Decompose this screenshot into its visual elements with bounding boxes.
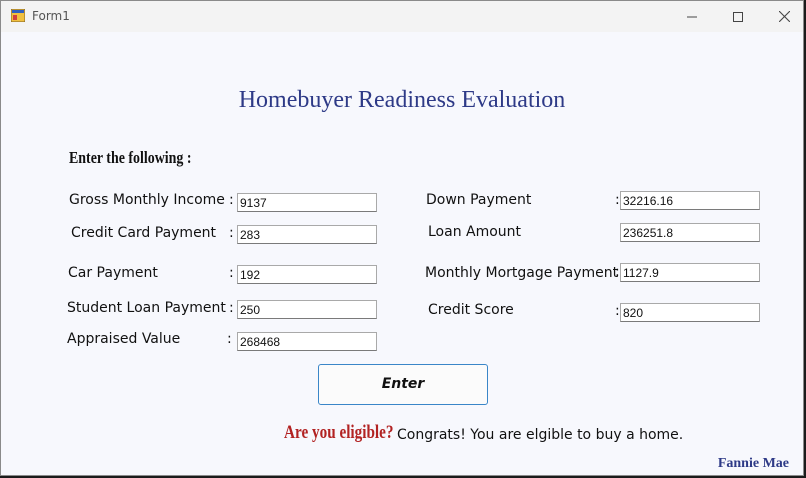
colon: : [615,192,620,208]
credit-score-label: Credit Score [428,302,514,318]
monthly-mortgage-payment-field[interactable]: 1127.9 [620,263,760,282]
credit-card-payment-field[interactable]: 283 [237,225,377,244]
app-icon [11,9,25,22]
eligibility-result: Congrats! You are elgible to buy a home. [397,427,684,443]
down-payment-label: Down Payment [426,192,532,208]
colon: : [229,300,234,316]
colon: : [229,192,234,208]
close-button[interactable] [761,1,803,32]
credit-score-field[interactable]: 820 [620,303,760,322]
colon: : [229,265,234,281]
title-bar: Form1 [1,1,803,32]
colon: : [615,303,620,319]
student-loan-payment-label: Student Loan Payment [67,300,226,316]
loan-amount-label: Loan Amount [428,224,522,240]
form-client-area: Homebuyer Readiness Evaluation Enter the… [1,32,803,475]
gross-monthly-income-label: Gross Monthly Income [69,192,225,208]
loan-amount-field[interactable]: 236251.8 [620,223,760,242]
page-title: Homebuyer Readiness Evaluation [238,87,566,113]
colon: : [229,225,234,241]
minimize-icon [687,16,697,17]
appraised-value-field[interactable]: 268468 [237,332,377,351]
monthly-mortgage-payment-label: Monthly Mortgage Payment [425,265,619,281]
car-payment-label: Car Payment [68,265,158,281]
enter-button[interactable]: Enter [318,364,488,405]
window-title: Form1 [32,9,70,23]
down-payment-field[interactable]: 32216.16 [620,191,760,210]
minimize-button[interactable] [669,1,715,32]
car-payment-field[interactable]: 192 [237,265,377,284]
eligibility-label: Are you eligible? [284,422,394,443]
gross-monthly-income-field[interactable]: 9137 [237,193,377,212]
instruction-label: Enter the following : [69,148,192,167]
colon: : [227,331,232,347]
maximize-icon [733,11,743,22]
student-loan-payment-field[interactable]: 250 [237,300,377,319]
app-window: Form1 Homebuyer Readiness Evaluation Ent… [0,0,804,476]
close-icon [778,10,790,23]
maximize-button[interactable] [715,1,761,32]
colon: : [615,264,620,280]
brand-label: Fannie Mae [717,456,789,471]
appraised-value-label: Appraised Value [67,331,181,347]
credit-card-payment-label: Credit Card Payment [71,225,217,241]
